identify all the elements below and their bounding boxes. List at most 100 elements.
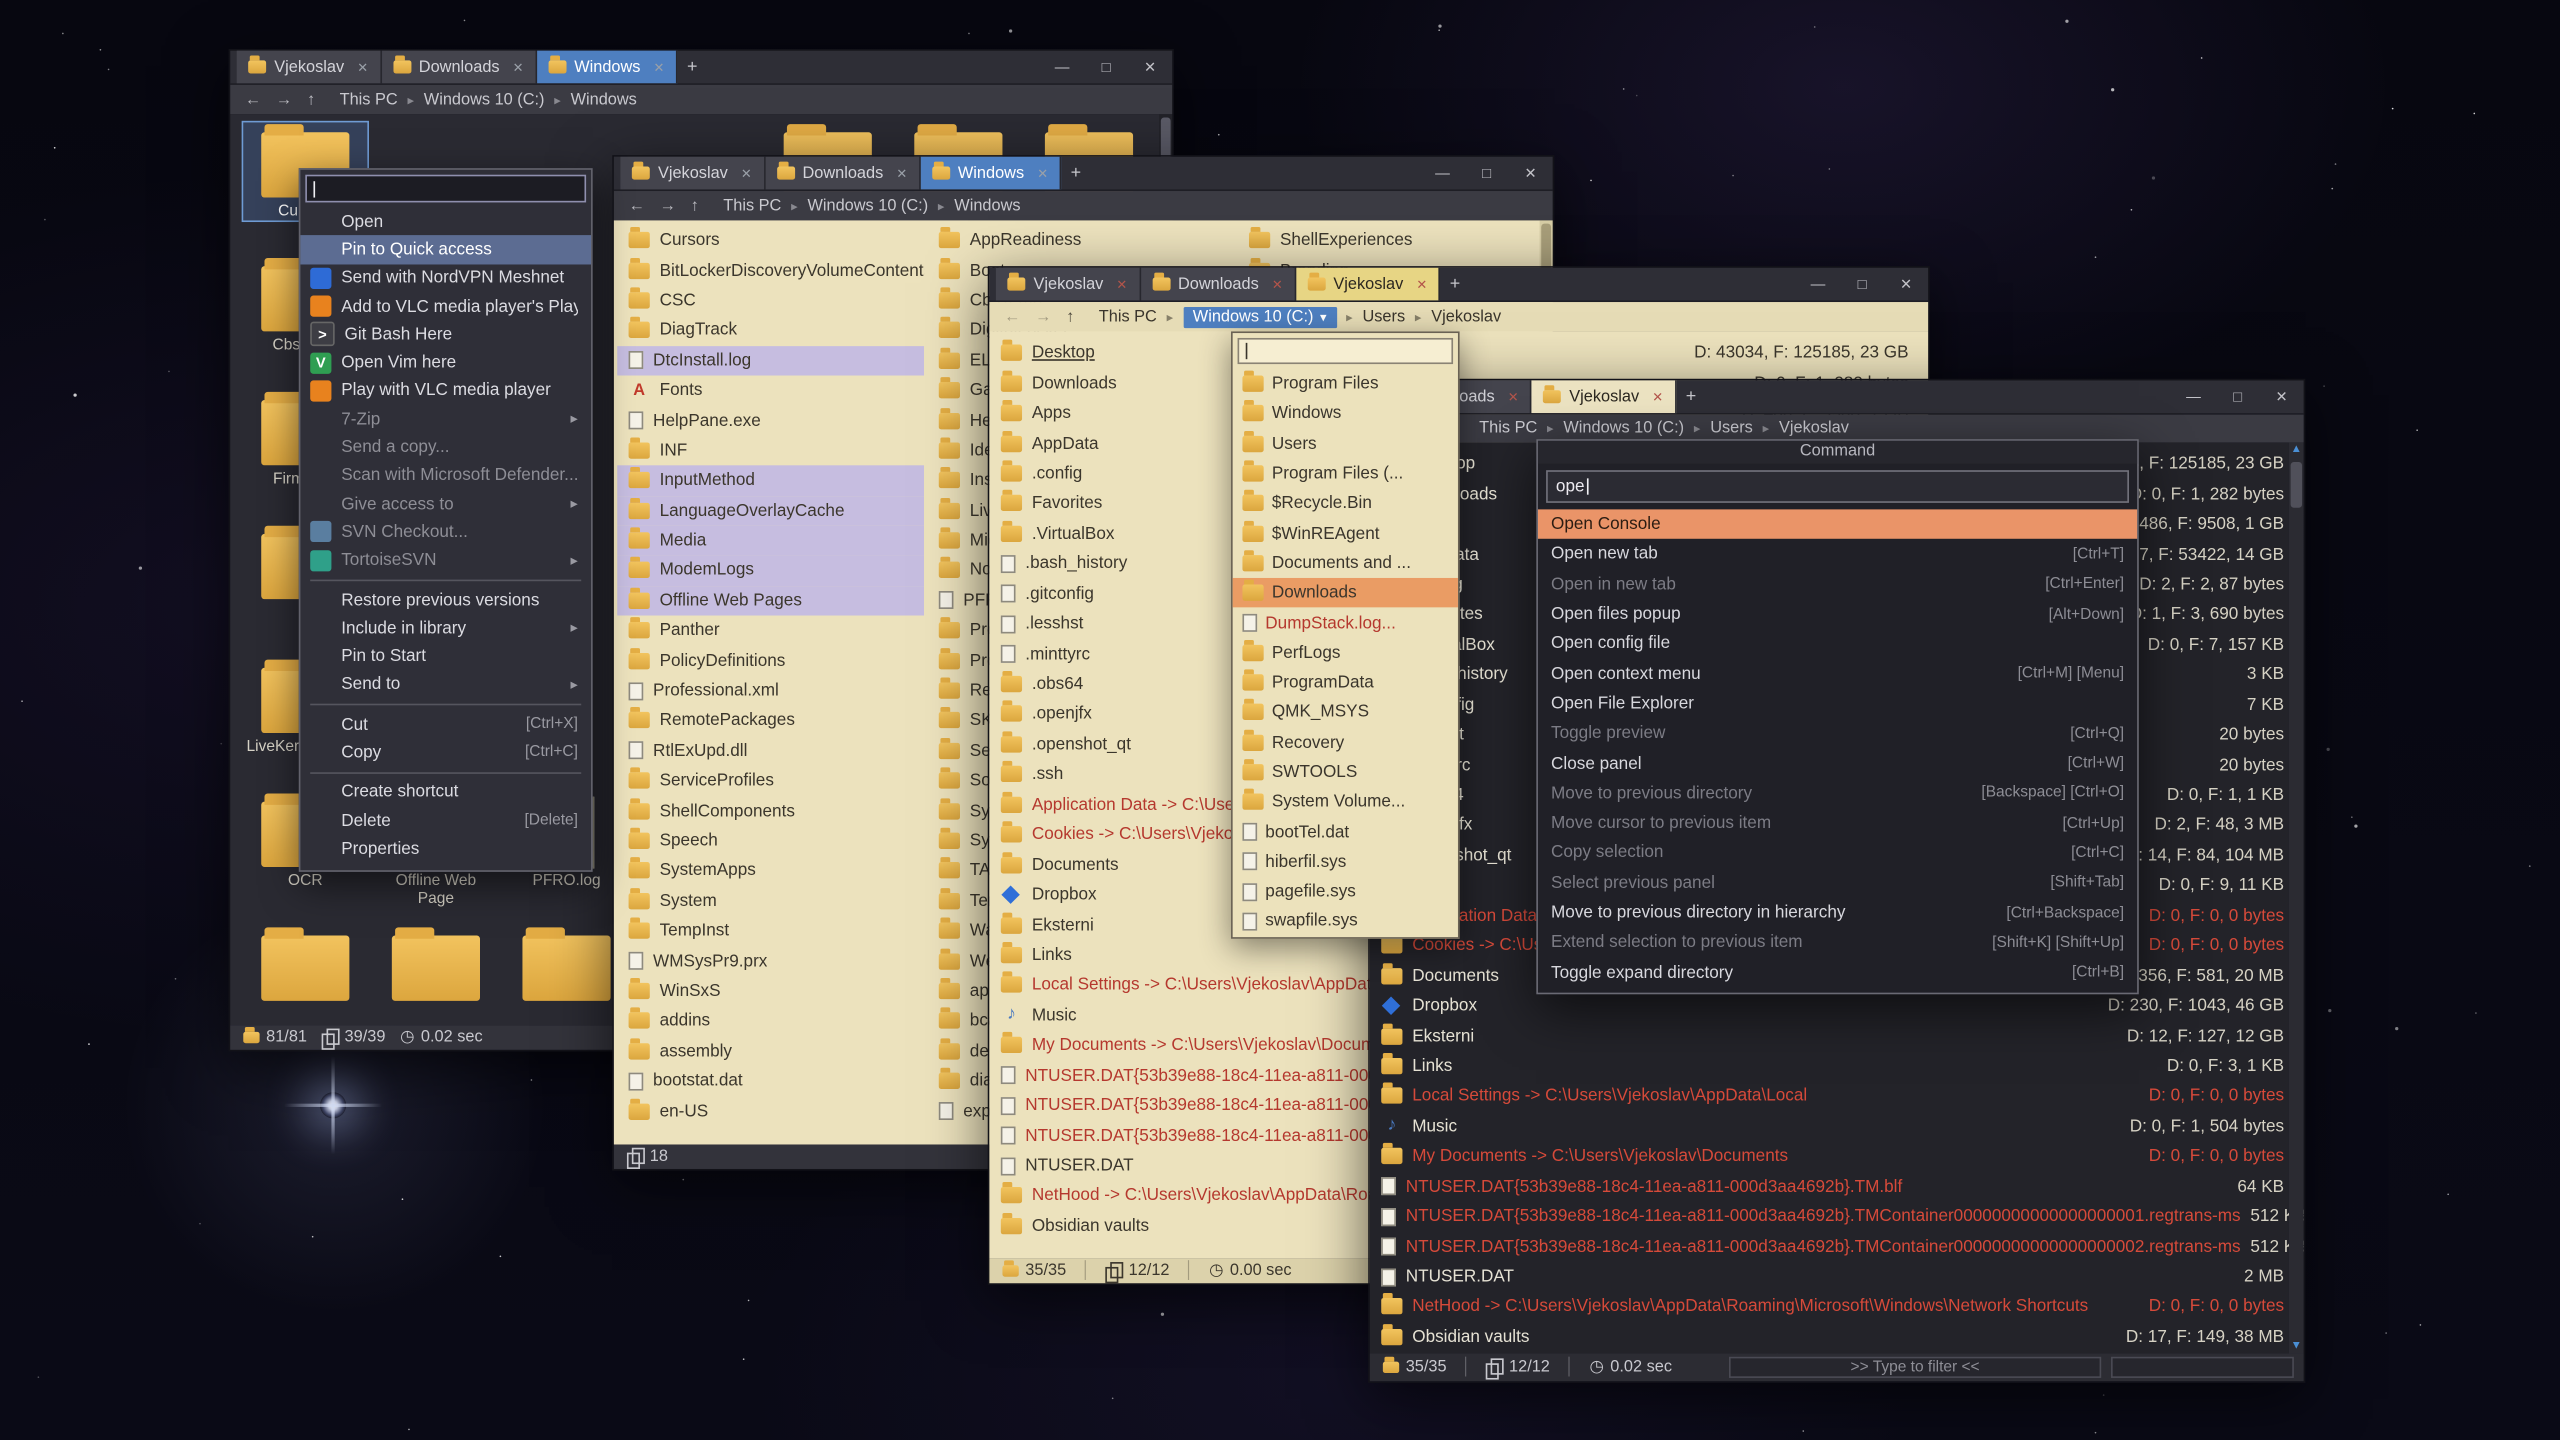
file-row[interactable]: Professional.xml xyxy=(617,676,924,706)
tab-close-icon[interactable]: ✕ xyxy=(357,60,368,75)
forward-button[interactable]: → xyxy=(656,197,679,215)
new-tab-button[interactable]: + xyxy=(678,51,707,84)
tab-close-icon[interactable]: ✕ xyxy=(654,60,665,75)
command-item[interactable]: Open files popup[Alt+Down] xyxy=(1538,599,2137,629)
maximize-button[interactable]: □ xyxy=(1084,59,1128,75)
file-row[interactable]: InputMethod xyxy=(617,466,924,496)
up-button[interactable]: ↑ xyxy=(304,91,319,109)
context-menu-item[interactable]: Cut[Ctrl+X] xyxy=(300,710,591,738)
command-input[interactable]: ope xyxy=(1546,470,2129,503)
drive-item[interactable]: Program Files xyxy=(1233,369,1458,399)
file-row[interactable]: BitLockerDiscoveryVolumeContents xyxy=(617,255,924,285)
breadcrumb-segment[interactable]: This PC xyxy=(1479,420,1537,438)
breadcrumb-segment[interactable]: Users xyxy=(1710,420,1753,438)
forward-button[interactable]: → xyxy=(1032,308,1055,326)
file-row[interactable]: RemotePackages xyxy=(617,706,924,736)
file-row[interactable]: assembly xyxy=(617,1036,924,1066)
breadcrumb-segment[interactable]: Windows xyxy=(571,91,637,109)
breadcrumb-segment[interactable]: This PC xyxy=(723,197,781,215)
titlebar[interactable]: Vjekoslav✕Downloads✕Vjekoslav✕+ — □ ✕ xyxy=(989,268,1928,302)
breadcrumb-segment[interactable]: Vjekoslav xyxy=(1779,420,1849,438)
drive-item[interactable]: bootTel.dat xyxy=(1233,817,1458,847)
command-item[interactable]: Open in new tab[Ctrl+Enter] xyxy=(1538,569,2137,599)
new-tab-button[interactable]: + xyxy=(1061,157,1090,190)
folder-cell[interactable] xyxy=(504,926,628,1006)
breadcrumb-segment[interactable]: Windows 10 (C:)▾ xyxy=(1183,306,1336,327)
context-menu-item[interactable]: Send with NordVPN Meshnet xyxy=(300,264,591,292)
file-row[interactable]: ModemLogs xyxy=(617,556,924,586)
file-row[interactable]: ShellExperiences xyxy=(1238,225,1545,255)
command-item[interactable]: Open context menu[Ctrl+M] [Menu] xyxy=(1538,659,2137,689)
file-row[interactable]: SystemApps xyxy=(617,856,924,886)
context-menu-item[interactable]: Include in library▸ xyxy=(300,614,591,642)
file-row[interactable]: DiagTrack xyxy=(617,315,924,345)
file-row[interactable]: ServiceProfiles xyxy=(617,766,924,796)
minimize-button[interactable]: — xyxy=(1796,276,1840,292)
drive-item[interactable]: $WinREAgent xyxy=(1233,518,1458,548)
dropdown-filter-input[interactable] xyxy=(1238,338,1454,364)
file-row[interactable]: WMSysPr9.prx xyxy=(617,946,924,976)
file-row[interactable]: Cursors xyxy=(617,225,924,255)
scrollbar-thumb[interactable] xyxy=(2291,462,2302,508)
context-menu-item[interactable]: Send to▸ xyxy=(300,671,591,699)
folder-cell[interactable] xyxy=(374,926,498,1006)
file-row[interactable]: bootstat.dat xyxy=(617,1066,924,1096)
titlebar[interactable]: Vjekoslav✕Downloads✕Windows✕+ — □ ✕ xyxy=(614,157,1553,191)
file-row[interactable]: Media xyxy=(617,526,924,556)
breadcrumb-segment[interactable]: Windows 10 (C:) xyxy=(1563,420,1684,438)
drive-item[interactable]: PerfLogs xyxy=(1233,638,1458,668)
context-menu-item[interactable]: Scan with Microsoft Defender... xyxy=(300,462,591,490)
command-item[interactable]: Toggle preview[Ctrl+Q] xyxy=(1538,718,2137,748)
filter-input[interactable]: >> Type to filter << xyxy=(1729,1357,2101,1378)
context-menu-item[interactable]: Send a copy... xyxy=(300,433,591,461)
context-menu-item[interactable]: Delete[Delete] xyxy=(300,806,591,834)
minimize-button[interactable]: — xyxy=(1040,59,1084,75)
command-item[interactable]: Move to previous directory[Backspace] [C… xyxy=(1538,778,2137,808)
tab-downloads[interactable]: Downloads✕ xyxy=(765,157,920,190)
back-button[interactable]: ← xyxy=(242,91,265,109)
file-row[interactable]: RtlExUpd.dll xyxy=(617,736,924,766)
quick-filter-input[interactable] xyxy=(2111,1357,2294,1378)
close-button[interactable]: ✕ xyxy=(1884,275,1928,293)
breadcrumb-segment[interactable]: Windows 10 (C:) xyxy=(807,197,928,215)
context-menu-item[interactable]: >Git Bash Here xyxy=(300,320,591,348)
file-row[interactable]: addins xyxy=(617,1006,924,1036)
file-row[interactable]: NTUSER.DAT{53b39e88-18c4-11ea-a811-000d3… xyxy=(1370,1202,2304,1232)
file-row[interactable]: NTUSER.DAT{53b39e88-18c4-11ea-a811-000d3… xyxy=(1370,1171,2304,1201)
file-row[interactable]: AFonts xyxy=(617,375,924,405)
breadcrumb-segment[interactable]: Windows 10 (C:) xyxy=(424,91,545,109)
forward-button[interactable]: → xyxy=(273,91,296,109)
up-button[interactable]: ↑ xyxy=(1063,308,1078,326)
context-menu-item[interactable]: VOpen Vim here xyxy=(300,349,591,377)
scroll-down-icon[interactable]: ▼ xyxy=(2289,1340,2304,1351)
maximize-button[interactable]: □ xyxy=(1840,276,1884,292)
titlebar[interactable]: Downloads✕Vjekoslav✕+ — □ ✕ xyxy=(1370,380,2304,414)
file-row[interactable]: NTUSER.DAT2 MB xyxy=(1370,1262,2304,1292)
breadcrumb-segment[interactable]: This PC xyxy=(340,91,398,109)
breadcrumb-segment[interactable]: This PC xyxy=(1099,308,1157,326)
command-item[interactable]: Move to previous directory in hierarchy[… xyxy=(1538,898,2137,928)
file-row[interactable]: Offline Web Pages xyxy=(617,586,924,616)
drive-item[interactable]: pagefile.sys xyxy=(1233,877,1458,907)
file-row[interactable]: System xyxy=(617,886,924,916)
file-row[interactable]: Local Settings -> C:\Users\Vjekoslav\App… xyxy=(1370,1081,2304,1111)
file-row[interactable]: LanguageOverlayCache xyxy=(617,496,924,526)
new-tab-button[interactable]: + xyxy=(1676,380,1705,413)
drive-item[interactable]: $Recycle.Bin xyxy=(1233,488,1458,518)
tab-downloads[interactable]: Downloads✕ xyxy=(381,51,536,84)
file-row[interactable]: WinSxS xyxy=(617,976,924,1006)
file-row[interactable]: CSC xyxy=(617,285,924,315)
back-button[interactable]: ← xyxy=(1001,308,1024,326)
context-menu-item[interactable]: Pin to Start xyxy=(300,642,591,670)
tab-close-icon[interactable]: ✕ xyxy=(1652,389,1663,404)
context-menu-item[interactable]: Open xyxy=(300,207,591,235)
rename-input[interactable] xyxy=(305,175,586,203)
breadcrumb-segment[interactable]: Windows xyxy=(954,197,1020,215)
file-row[interactable]: Obsidian vaultsD: 17, F: 149, 38 MB xyxy=(1370,1322,2304,1352)
drive-item[interactable]: Downloads xyxy=(1233,578,1458,608)
context-menu-item[interactable]: Give access to▸ xyxy=(300,490,591,518)
drive-item[interactable]: Users xyxy=(1233,429,1458,459)
tab-downloads[interactable]: Downloads✕ xyxy=(1140,268,1295,301)
tab-vjekoslav[interactable]: Vjekoslav✕ xyxy=(996,268,1141,301)
file-row[interactable]: AppReadiness xyxy=(927,225,1234,255)
